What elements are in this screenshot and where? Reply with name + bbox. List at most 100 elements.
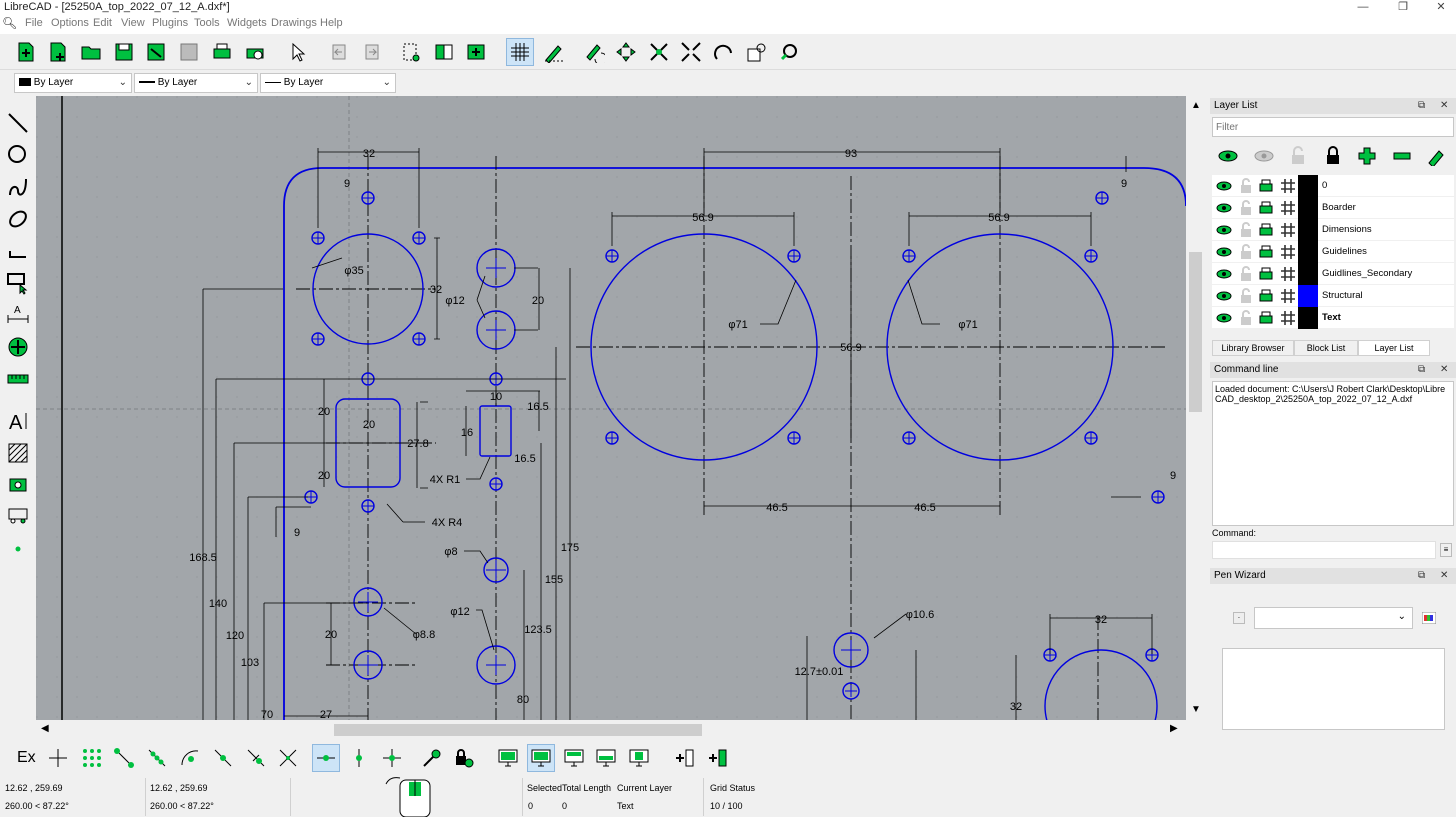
add-entity-button[interactable]: [703, 744, 731, 772]
snap-intersection-button[interactable]: [274, 744, 302, 772]
polyline-tool[interactable]: [5, 238, 31, 264]
menu-plugins[interactable]: Plugins: [152, 17, 188, 29]
edit-layer-icon[interactable]: [1426, 146, 1446, 166]
print-button[interactable]: [208, 38, 236, 66]
drawing-svg[interactable]: 32 9 93 9 56.9 56.9 φ35 32 φ12 20 φ71 φ7…: [36, 96, 1186, 720]
save-all-button[interactable]: [175, 38, 203, 66]
text-tool[interactable]: A: [5, 408, 31, 434]
menu-file[interactable]: File: [25, 17, 43, 29]
remove-layer-icon[interactable]: [1392, 146, 1412, 166]
float-icon[interactable]: ⧉: [1418, 568, 1425, 584]
layer-row[interactable]: Guidlines_Secondary: [1212, 263, 1454, 285]
layer-filter-input[interactable]: [1212, 117, 1454, 137]
command-input[interactable]: [1212, 541, 1436, 559]
printer-icon[interactable]: [1258, 310, 1274, 326]
drawing-canvas[interactable]: 32 9 93 9 56.9 56.9 φ35 32 φ12 20 φ71 φ7…: [36, 96, 1186, 720]
eye-icon[interactable]: [1216, 222, 1232, 238]
view-monitor-5-button[interactable]: [625, 744, 653, 772]
printer-icon[interactable]: [1258, 200, 1274, 216]
snap-middle-button[interactable]: [209, 744, 237, 772]
lock-open-icon[interactable]: [1238, 178, 1254, 194]
lock-all-layers-icon[interactable]: [1323, 146, 1343, 166]
zoom-in-button[interactable]: [645, 38, 673, 66]
layer-row[interactable]: Dimensions: [1212, 219, 1454, 241]
zoom-window-button[interactable]: [743, 38, 771, 66]
lock-open-icon[interactable]: [1238, 266, 1254, 282]
lock-open-icon[interactable]: [1238, 222, 1254, 238]
restrict-orthogonal-button[interactable]: [378, 744, 406, 772]
grid-toggle-button[interactable]: [506, 38, 534, 66]
vertical-scroll-thumb[interactable]: [1189, 252, 1202, 412]
close-dock-icon[interactable]: ✕: [1440, 568, 1448, 584]
print-preview-button[interactable]: [241, 38, 269, 66]
tab-library-browser[interactable]: Library Browser: [1212, 340, 1294, 356]
eye-icon[interactable]: [1216, 266, 1232, 282]
view-monitor-3-button[interactable]: [560, 744, 588, 772]
minimize-button[interactable]: —: [1348, 0, 1378, 14]
layer-row[interactable]: Text: [1212, 307, 1454, 329]
snap-free-button[interactable]: [44, 744, 72, 772]
close-dock-icon[interactable]: ✕: [1440, 362, 1448, 378]
snap-center-button[interactable]: [176, 744, 204, 772]
pen-wizard-combo[interactable]: ⌄: [1254, 607, 1413, 629]
zoom-out-button[interactable]: [677, 38, 705, 66]
color-combo[interactable]: By Layer ⌄: [14, 73, 132, 93]
line-tool[interactable]: [5, 110, 31, 136]
restrict-horizontal-button[interactable]: [312, 744, 340, 772]
cut-button[interactable]: [397, 38, 425, 66]
snap-distance-button[interactable]: [242, 744, 270, 772]
horizontal-scroll-thumb[interactable]: [334, 724, 702, 736]
exclusive-snap-button[interactable]: Ex: [17, 749, 36, 767]
block-tool[interactable]: [5, 502, 31, 528]
zoom-context-icon[interactable]: 🔍︎: [2, 16, 17, 30]
construction-grid-icon[interactable]: [1280, 178, 1296, 194]
eye-icon[interactable]: [1216, 200, 1232, 216]
construction-grid-icon[interactable]: [1280, 310, 1296, 326]
construction-grid-icon[interactable]: [1280, 244, 1296, 260]
dimension-tool[interactable]: A: [5, 302, 31, 328]
zoom-auto-button[interactable]: [710, 38, 738, 66]
new-from-template-button[interactable]: [44, 38, 72, 66]
copy-button[interactable]: [430, 38, 458, 66]
horizontal-scrollbar[interactable]: ◀ ▶: [36, 720, 1186, 740]
zoom-previous-button[interactable]: [775, 38, 803, 66]
eye-icon[interactable]: [1216, 288, 1232, 304]
construction-grid-icon[interactable]: [1280, 222, 1296, 238]
lock-relative-zero-button[interactable]: [450, 744, 478, 772]
hide-all-layers-icon[interactable]: [1254, 146, 1274, 166]
curve-tool[interactable]: [5, 174, 31, 200]
printer-icon[interactable]: [1258, 222, 1274, 238]
pen-wizard-list[interactable]: [1222, 648, 1445, 730]
eye-icon[interactable]: [1216, 178, 1232, 194]
printer-icon[interactable]: [1258, 244, 1274, 260]
hatch-tool[interactable]: [5, 440, 31, 466]
show-all-layers-icon[interactable]: [1218, 146, 1238, 166]
redo-button[interactable]: [358, 38, 386, 66]
menu-help[interactable]: Help: [320, 17, 343, 29]
float-icon[interactable]: ⧉: [1418, 362, 1425, 378]
menu-options[interactable]: Options: [51, 17, 89, 29]
menu-tools[interactable]: Tools: [194, 17, 220, 29]
select-tool[interactable]: [5, 270, 31, 296]
menu-edit[interactable]: Edit: [93, 17, 112, 29]
tab-layer-list[interactable]: Layer List: [1358, 340, 1430, 356]
menu-view[interactable]: View: [121, 17, 145, 29]
view-monitor-1-button[interactable]: [494, 744, 522, 772]
redraw-button[interactable]: [580, 38, 608, 66]
lock-open-icon[interactable]: [1238, 288, 1254, 304]
measure-tool[interactable]: [5, 366, 31, 392]
add-layer-icon[interactable]: [1357, 146, 1377, 166]
scroll-left-icon[interactable]: ◀: [41, 723, 49, 734]
pen-wizard-small-button[interactable]: ·: [1233, 612, 1245, 624]
lock-open-icon[interactable]: [1238, 244, 1254, 260]
circle-tool[interactable]: [5, 142, 31, 168]
scroll-up-icon[interactable]: ▲: [1191, 100, 1201, 111]
construction-grid-icon[interactable]: [1280, 266, 1296, 282]
view-monitor-2-button[interactable]: [527, 744, 555, 772]
draft-mode-button[interactable]: [540, 38, 568, 66]
snap-endpoint-button[interactable]: [110, 744, 138, 772]
restrict-vertical-button[interactable]: [345, 744, 373, 772]
layer-row[interactable]: Guidelines: [1212, 241, 1454, 263]
lock-open-icon[interactable]: [1238, 310, 1254, 326]
close-button[interactable]: ✕: [1426, 0, 1456, 14]
